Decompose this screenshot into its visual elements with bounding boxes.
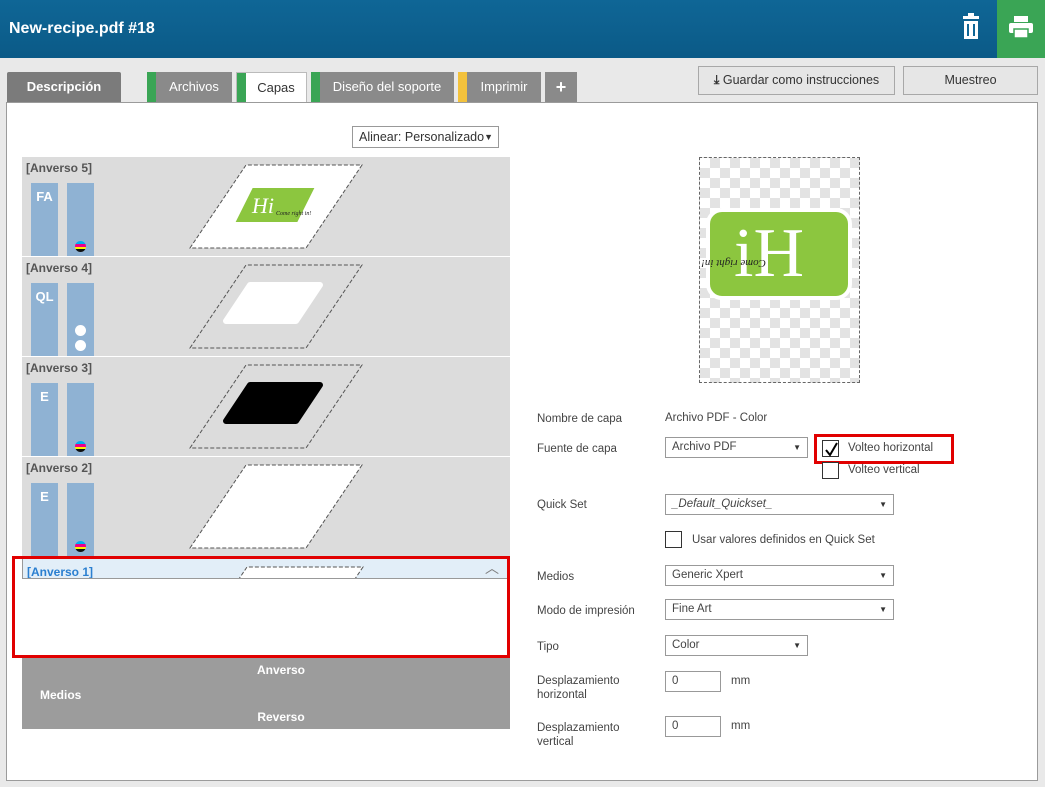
unit-label: mm (731, 675, 751, 687)
logo-preview: iH Come right in! (701, 208, 852, 300)
tab-archivos[interactable]: Archivos (147, 72, 232, 102)
layer-row[interactable]: [Anverso 4] QL (22, 257, 510, 357)
layer-name: [Anverso 5] (26, 161, 93, 175)
print-mode-label: Modo de impresión (537, 605, 635, 617)
use-quickset-checkbox[interactable] (665, 531, 682, 548)
svg-text:Hi: Hi (251, 193, 274, 218)
layer-type-bar: E (31, 383, 58, 456)
layer-row[interactable]: [Anverso 2] E (22, 457, 510, 557)
layer-type-bar: E (31, 483, 58, 556)
layer-name: [Anverso 2] (26, 461, 93, 475)
highlight-box (814, 434, 954, 464)
white-ink-icon (75, 340, 86, 351)
layer-type-bar: QL (31, 283, 58, 356)
add-tab-button[interactable]: + (545, 72, 577, 102)
chevron-down-icon: ▼ (879, 605, 887, 614)
layer-preview: iH Come right in! (699, 157, 860, 383)
offset-horizontal-label: Desplazamiento horizontal (537, 675, 620, 701)
white-ink-icon (75, 325, 86, 336)
save-as-instructions-button[interactable]: ⤓ Guardar como instrucciones (698, 66, 895, 95)
use-quickset-label: Usar valores definidos en Quick Set (692, 534, 875, 546)
layer-name: [Anverso 3] (26, 361, 93, 375)
header-bar: New-recipe.pdf #18 (0, 0, 1045, 58)
front-label: Anverso (256, 663, 306, 677)
plus-icon: + (555, 77, 567, 97)
back-label: Reverso (257, 710, 305, 724)
quickset-select[interactable]: _Default_Quickset_ ▼ (665, 494, 894, 515)
highlight-box (12, 556, 510, 658)
chevron-down-icon: ▼ (484, 132, 493, 142)
sample-button[interactable]: Muestreo (903, 66, 1038, 95)
trash-icon[interactable] (957, 12, 985, 42)
layer-type-bar: FA (31, 183, 58, 256)
svg-text:Come right in!: Come right in! (276, 211, 311, 217)
app-window: New-recipe.pdf #18 Descripción Archivos … (0, 0, 1045, 787)
media-field-label: Medios (537, 571, 575, 583)
document-title: New-recipe.pdf #18 (9, 20, 155, 37)
tab-descripcion[interactable]: Descripción (7, 72, 121, 102)
flip-vertical-label: Volteo vertical (848, 464, 920, 476)
align-select[interactable]: Alinear: Personalizado ▼ (352, 126, 499, 148)
printer-icon (1009, 16, 1033, 39)
layer-row[interactable]: [Anverso 5] FA Hi Come right in! (22, 157, 510, 257)
type-label: Tipo (537, 641, 559, 653)
unit-label: mm (731, 720, 751, 732)
chevron-down-icon: ▼ (793, 641, 801, 650)
layer-source-select[interactable]: Archivo PDF ▼ (665, 437, 808, 458)
print-button[interactable] (997, 0, 1045, 58)
tab-diseno-soporte[interactable]: Diseño del soporte (311, 72, 454, 102)
layer-ink-bar (67, 183, 94, 256)
media-select[interactable]: Generic Xpert ▼ (665, 565, 894, 586)
svg-text:Come right in!: Come right in! (701, 257, 766, 269)
layer-name: [Anverso 4] (26, 261, 93, 275)
layer-ink-bar (67, 483, 94, 556)
chevron-down-icon: ▼ (793, 443, 801, 452)
layer-thumbnail (189, 464, 363, 549)
tab-imprimir[interactable]: Imprimir (458, 72, 541, 102)
cmyk-icon (75, 541, 86, 552)
offset-horizontal-input[interactable]: 0 (665, 671, 721, 692)
offset-vertical-input[interactable]: 0 (665, 716, 721, 737)
media-section: Anverso Medios Reverso (22, 658, 510, 729)
type-select[interactable]: Color ▼ (665, 635, 808, 656)
layer-thumbnail: Hi Come right in! (189, 164, 363, 249)
layer-ink-bar (67, 383, 94, 456)
tab-capas[interactable]: Capas (236, 72, 307, 103)
chevron-down-icon: ▼ (879, 500, 887, 509)
media-label: Medios (40, 688, 82, 702)
chevron-down-icon: ▼ (879, 571, 887, 580)
svg-text:iH: iH (734, 215, 804, 292)
cmyk-icon (75, 441, 86, 452)
layer-ink-bar (67, 283, 94, 356)
layer-name-value: Archivo PDF - Color (665, 412, 768, 424)
layer-name-label: Nombre de capa (537, 413, 623, 425)
layer-thumbnail (189, 364, 363, 449)
download-icon: ⤓ (713, 73, 720, 87)
offset-vertical-label: Desplazamiento vertical (537, 722, 620, 748)
layer-row[interactable]: [Anverso 3] E (22, 357, 510, 457)
quickset-label: Quick Set (537, 499, 587, 511)
cmyk-icon (75, 241, 86, 252)
layer-thumbnail (189, 264, 363, 349)
print-mode-select[interactable]: Fine Art ▼ (665, 599, 894, 620)
flip-vertical-checkbox[interactable] (822, 462, 839, 479)
layer-source-label: Fuente de capa (537, 443, 617, 455)
